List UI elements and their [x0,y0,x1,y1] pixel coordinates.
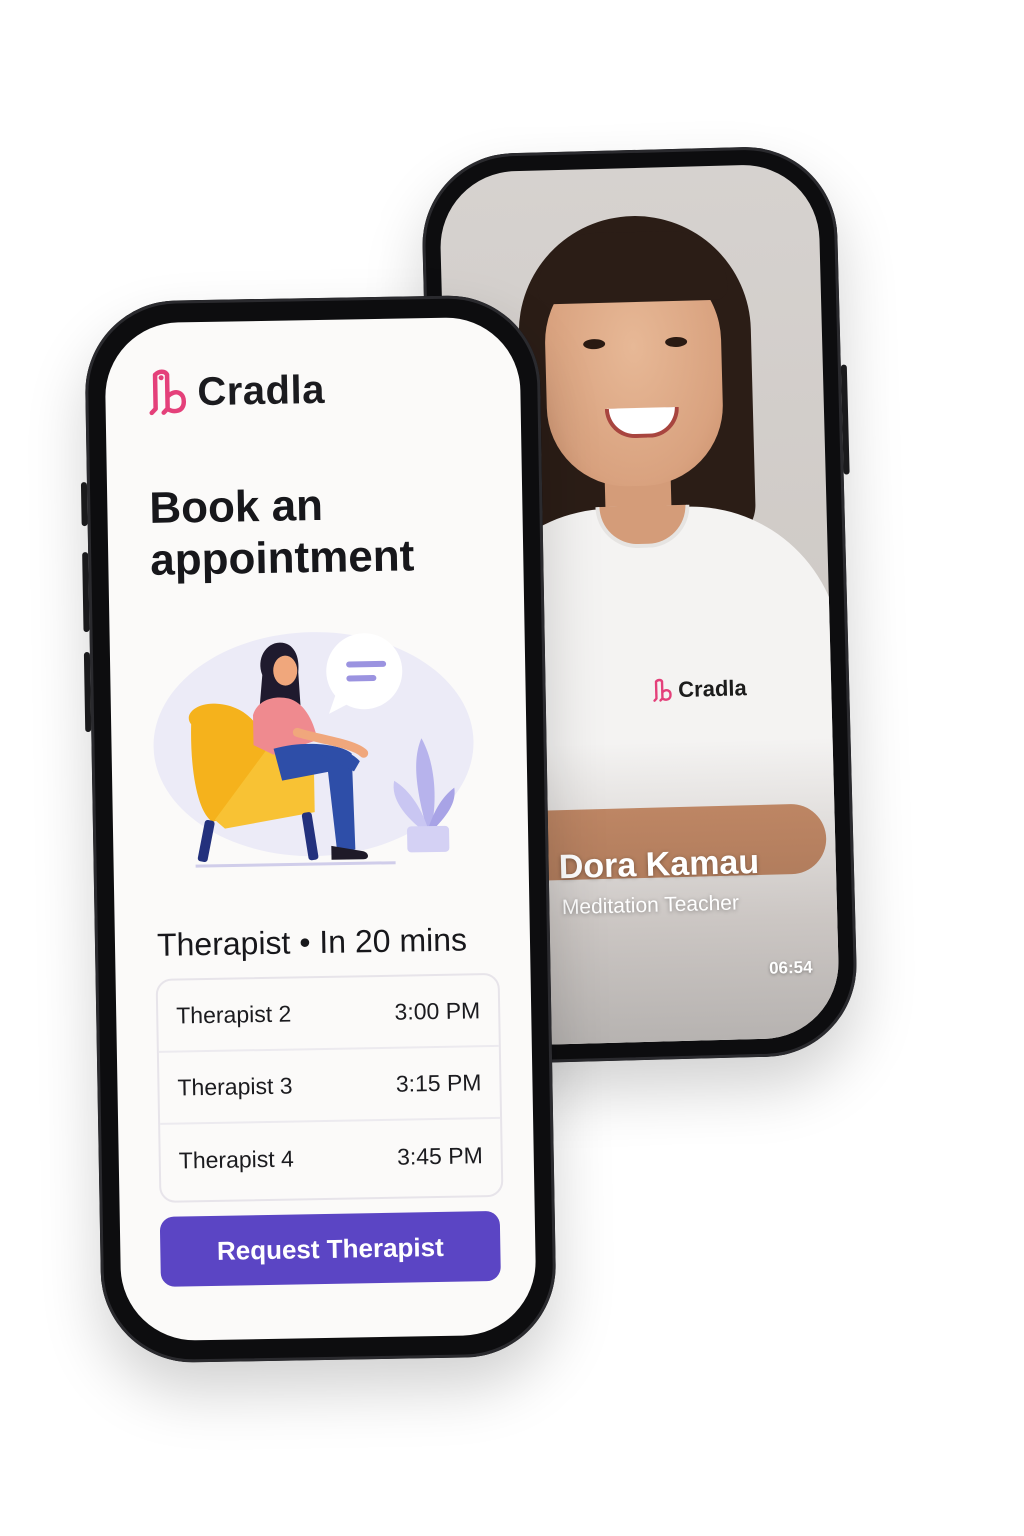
caller-role: Meditation Teacher [561,891,740,920]
side-button [840,364,850,475]
therapist-slot-list: Therapist 2 3:00 PM Therapist 3 3:15 PM … [155,972,504,1203]
mute-switch [80,482,88,527]
volume-down-button [83,651,92,733]
slot-row[interactable]: Therapist 2 3:00 PM [157,974,499,1053]
video-feed: Cradla [439,163,841,1047]
shirt-logo: Cradla [652,675,747,703]
caller-name: Dora Kamau [558,842,760,887]
slot-row[interactable]: Therapist 4 3:45 PM [160,1119,501,1197]
volume-up-button [82,552,90,633]
cradla-logo-icon [149,369,186,416]
therapy-illustration [153,632,474,868]
slot-time: 3:15 PM [395,1068,482,1097]
call-timer: 06:54 [768,957,813,978]
cradla-logo-icon [653,678,672,702]
brand-name: Cradla [196,367,326,414]
slot-time: 3:00 PM [394,996,481,1025]
section-title: Therapist • In 20 mins [156,921,468,963]
slot-row[interactable]: Therapist 3 3:15 PM [158,1046,501,1125]
app-logo: Cradla [147,366,325,417]
booking-phone: Cradla Book an appointment Therapist • I… [80,294,558,1364]
request-therapist-button[interactable]: Request Therapist [159,1210,501,1287]
person-bangs [536,229,729,305]
slot-therapist-name: Therapist 2 [175,1000,292,1029]
slot-time: 3:45 PM [396,1141,483,1170]
booking-screen: Cradla Book an appointment Therapist • I… [104,316,537,1342]
page-title: Book an appointment [148,480,415,585]
slot-therapist-name: Therapist 3 [177,1072,293,1101]
shirt-logo-text: Cradla [677,675,748,703]
slot-therapist-name: Therapist 4 [178,1145,295,1174]
